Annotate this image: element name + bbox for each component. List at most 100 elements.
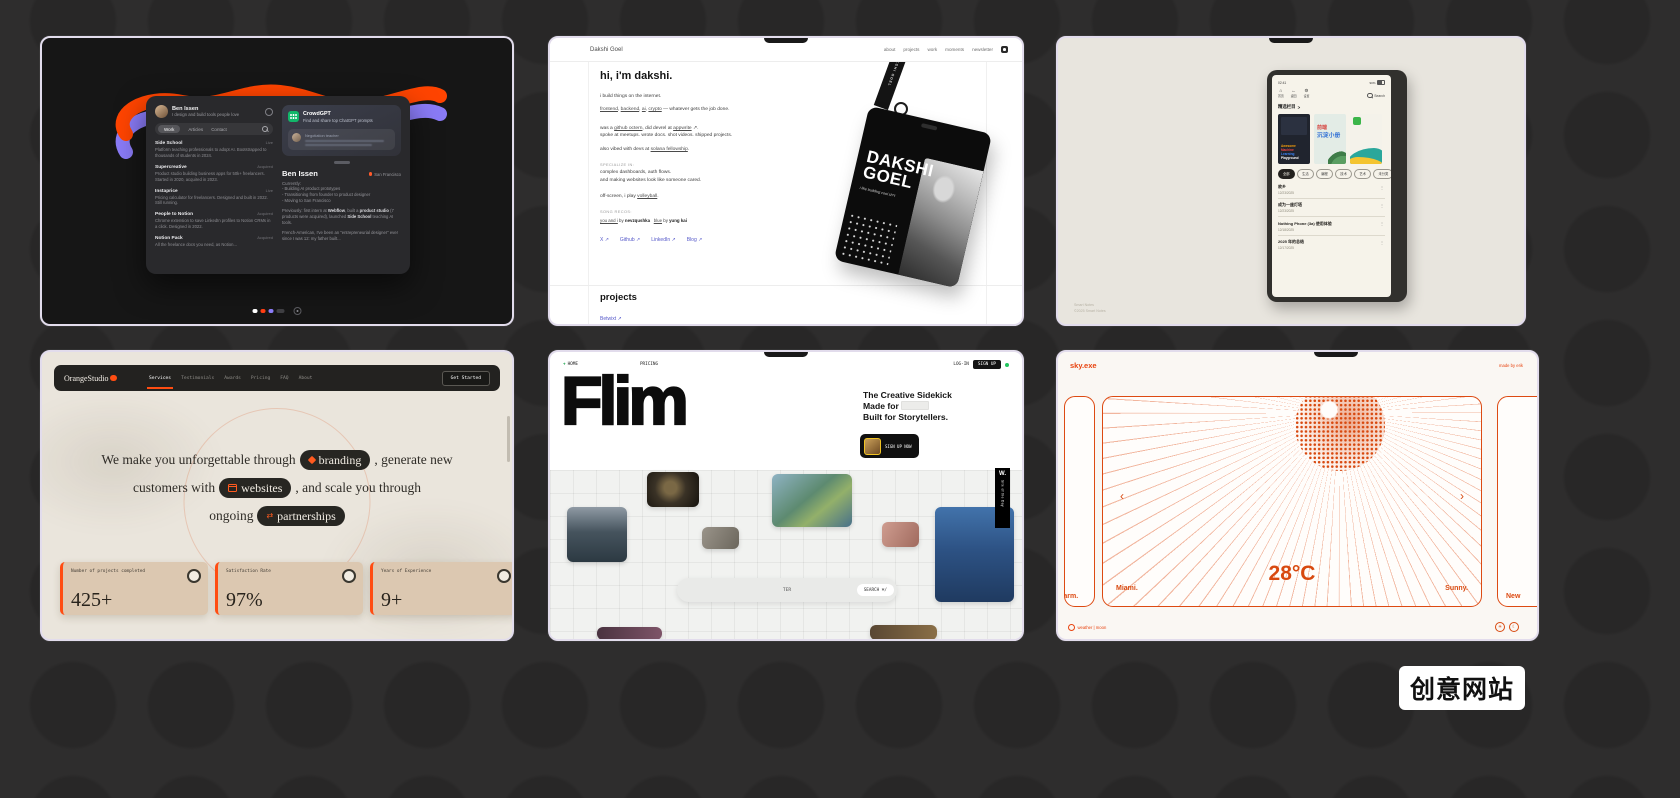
chat-icon[interactable] [265, 108, 273, 116]
photo-cropped-bottom[interactable] [870, 625, 937, 640]
photo-skin-closeup[interactable] [882, 522, 919, 547]
nav-moments[interactable]: moments [945, 47, 964, 52]
nav-services[interactable]: Services [149, 376, 171, 381]
nav-awards[interactable]: Awards [224, 376, 241, 381]
photo-water-reflection[interactable] [567, 507, 627, 562]
project-link[interactable]: Betwixt ↗ [600, 316, 622, 322]
search-button[interactable]: Search [1367, 93, 1385, 98]
radio-circle-icon[interactable] [187, 569, 201, 583]
book-cover-frontend-booklet[interactable]: 前端 沉淀小册 [1314, 114, 1346, 164]
login-link[interactable]: LOG-IN [953, 362, 969, 367]
websites-pill[interactable]: websites [219, 478, 291, 498]
id-badge: DAKSHIGOEL i like building cool sh*t [834, 106, 992, 288]
project-item[interactable]: Notion PackAcquired All the freelance do… [155, 235, 273, 248]
weather-panel-next[interactable]: New [1497, 396, 1539, 607]
partnerships-pill[interactable]: ⇄partnerships [257, 506, 344, 526]
carousel-dot-red[interactable] [261, 309, 266, 314]
carousel-dot-purple[interactable] [269, 309, 274, 314]
nav-pricing[interactable]: PRICING [640, 362, 658, 367]
nav-work[interactable]: work [927, 47, 937, 52]
article-row[interactable]: 2025 年的总结 12/17/2025 ⋮ [1278, 236, 1385, 253]
chip-uncategorized[interactable]: 未分类 [1373, 169, 1391, 178]
link-backend[interactable]: backend [621, 107, 640, 112]
chip-tech[interactable]: 技术 [1335, 169, 1352, 178]
link-github-octern[interactable]: github octern [614, 126, 642, 131]
article-row[interactable]: Nothing Phone (3a) 使用体验 12/18/2025 ⋮ [1278, 217, 1385, 235]
drag-handle[interactable] [334, 161, 350, 164]
more-menu-icon[interactable]: ⋮ [1380, 185, 1384, 190]
link-crypto[interactable]: crypto [648, 107, 661, 112]
chip-all[interactable]: 全部 [1278, 169, 1295, 178]
article-row[interactable]: 故乡 12/23/2025 ⋮ [1278, 181, 1385, 199]
photo-film-camera[interactable] [647, 472, 699, 507]
carousel-dot-pill[interactable] [277, 309, 285, 313]
book-cover-green-app[interactable] [1350, 114, 1382, 164]
link-appwrite[interactable]: appwrite [673, 126, 692, 131]
nav-newsletter[interactable]: newsletter [972, 47, 993, 52]
chip-coding[interactable]: 编程 [1316, 169, 1333, 178]
radio-circle-icon[interactable] [342, 569, 356, 583]
back-button[interactable]: ←返回 [1291, 89, 1297, 98]
link-blog[interactable]: Blog ↗ [687, 237, 703, 243]
settings-button[interactable]: ⚙设置 [1304, 89, 1310, 98]
project-item[interactable]: Side SchoolLive Platform teaching profes… [155, 140, 273, 159]
link-linkedin[interactable]: LinkedIn ↗ [651, 237, 675, 243]
site-logo[interactable]: sky.exe [1070, 361, 1097, 370]
search-submit-button[interactable]: SEARCH ⌘/ [857, 584, 894, 596]
book-cover-ml-playground[interactable]: AwesomeMachine LearningPlayground [1278, 114, 1310, 164]
tab-work[interactable]: Work [158, 125, 180, 133]
tab-contact[interactable]: Contact [211, 127, 227, 132]
link-github[interactable]: Github ↗ [620, 237, 640, 243]
sun-toggle-icon[interactable]: ☀ [1495, 622, 1505, 632]
article-row[interactable]: 成为一座灯塔 12/23/2025 ⋮ [1278, 199, 1385, 217]
nav-testimonials[interactable]: Testimonials [181, 376, 214, 381]
link-frontend[interactable]: frontend [600, 107, 618, 112]
carousel-dot-active[interactable] [253, 309, 258, 314]
nav-about[interactable]: about [884, 47, 896, 52]
theme-toggle-icon[interactable] [1001, 46, 1008, 53]
project-item[interactable]: SupercreativeAcquired Product studio bui… [155, 164, 273, 183]
link-solana-fellowship[interactable]: solana fellowship [651, 147, 688, 152]
chip-life[interactable]: 生活 [1297, 169, 1314, 178]
home-button[interactable]: ⌂首页 [1278, 89, 1284, 98]
project-desc: Product studio building business apps fo… [155, 171, 273, 183]
song-link[interactable]: blue [654, 218, 662, 223]
radio-circle-icon[interactable] [497, 569, 511, 583]
tab-articles[interactable]: Articles [188, 127, 203, 132]
signup-button[interactable]: SIGN UP [973, 360, 1001, 369]
footer-links[interactable]: weather | moon [1068, 624, 1106, 631]
nav-projects[interactable]: projects [903, 47, 919, 52]
blurred-text-line [305, 144, 372, 146]
nav-home[interactable]: +HOME [563, 362, 578, 367]
search-bar[interactable]: TER SEARCH ⌘/ [677, 578, 897, 602]
chip-art[interactable]: 艺术 [1354, 169, 1371, 178]
photo-hand-underwater[interactable] [772, 474, 852, 527]
carousel-more-icon[interactable] [293, 307, 302, 316]
photo-cropped-bottom[interactable] [597, 627, 662, 640]
nav-pricing[interactable]: Pricing [251, 376, 270, 381]
song-link[interactable]: you and i [600, 218, 618, 223]
branding-pill[interactable]: branding [300, 450, 371, 470]
weather-panel-previous[interactable]: Warm. [1064, 396, 1095, 607]
more-menu-icon[interactable]: ⋮ [1380, 203, 1384, 208]
carousel-next-arrow[interactable]: › [1460, 490, 1464, 502]
featured-section-header[interactable]: 精选栏目> [1278, 104, 1385, 110]
awwwards-badge[interactable]: W. Site of the Day [995, 468, 1010, 528]
crowdgpt-promo-card[interactable]: CrowdGPT Find and share top ChatGPT prom… [282, 105, 401, 156]
more-menu-icon[interactable]: ⋮ [1380, 221, 1384, 226]
nav-faq[interactable]: FAQ [280, 376, 288, 381]
nav-about[interactable]: About [299, 376, 313, 381]
moon-toggle-icon[interactable]: ☾ [1509, 622, 1519, 632]
project-item[interactable]: InstapriceLive Pricing calculator for fr… [155, 188, 273, 207]
project-item[interactable]: People to NotionAcquired Chrome extensio… [155, 211, 273, 230]
carousel-prev-arrow[interactable]: ‹ [1120, 490, 1124, 502]
link-volleyball[interactable]: volleyball [637, 194, 657, 199]
get-started-button[interactable]: Get Started [442, 371, 490, 386]
link-x[interactable]: X ↗ [600, 237, 609, 243]
site-logo[interactable]: OrangeStudio [64, 374, 108, 383]
search-icon[interactable] [262, 126, 268, 132]
site-logo[interactable]: Dakshi Goel [590, 47, 623, 53]
signup-now-button[interactable]: SIGN UP NOW [860, 434, 919, 458]
more-menu-icon[interactable]: ⋮ [1380, 240, 1384, 245]
photo-animal[interactable] [702, 527, 739, 549]
